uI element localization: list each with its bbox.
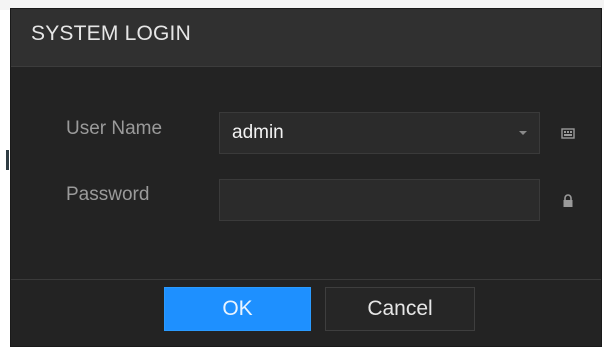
dialog-title: SYSTEM LOGIN xyxy=(31,22,191,45)
system-login-dialog: SYSTEM LOGIN User Name admin Password OK… xyxy=(10,8,602,347)
background-edge xyxy=(6,150,9,170)
footer-divider xyxy=(11,279,601,280)
password-label: Password xyxy=(66,184,150,205)
keyboard-icon[interactable] xyxy=(560,126,576,142)
dialog-titlebar: SYSTEM LOGIN xyxy=(11,9,601,67)
chevron-down-icon[interactable] xyxy=(519,131,527,135)
username-select[interactable]: admin xyxy=(219,112,540,154)
lock-icon[interactable] xyxy=(560,193,576,209)
cancel-button[interactable]: Cancel xyxy=(325,287,475,331)
password-input[interactable] xyxy=(219,179,540,221)
username-value: admin xyxy=(232,122,284,143)
username-label: User Name xyxy=(66,118,163,139)
ok-button[interactable]: OK xyxy=(164,287,311,331)
